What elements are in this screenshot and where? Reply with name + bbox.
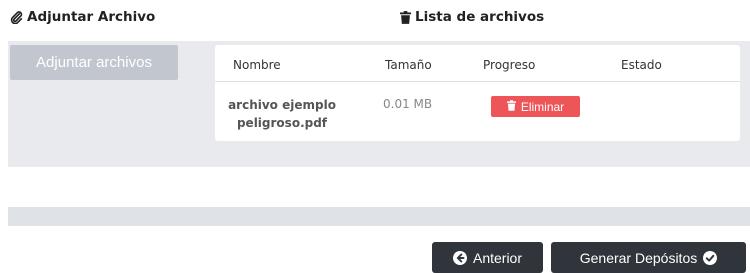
attach-file-heading: Adjuntar Archivo (10, 9, 155, 25)
bottom-separator-bar (8, 207, 750, 226)
paperclip-icon (10, 10, 23, 24)
generate-deposits-button[interactable]: Generar Depósitos (551, 242, 746, 273)
file-size: 0.01 MB (383, 97, 433, 111)
table-header-divider (215, 81, 740, 82)
previous-button-label: Anterior (472, 249, 523, 266)
file-list-title: Lista de archivos (415, 9, 545, 25)
trash-icon (506, 99, 516, 114)
generate-deposits-label: Generar Depósitos (579, 249, 698, 266)
check-circle-icon (703, 250, 718, 265)
delete-file-button[interactable]: Eliminar (491, 96, 580, 117)
previous-button[interactable]: Anterior (432, 242, 543, 273)
column-header-status: Estado (621, 58, 662, 72)
column-header-size: Tamaño (385, 58, 432, 72)
column-header-progress: Progreso (483, 58, 536, 72)
file-name: archivo ejemplo peligroso.pdf (228, 98, 336, 130)
file-table: Nombre Tamaño Progreso Estado archivo ej… (215, 45, 740, 141)
file-list-heading: Lista de archivos (400, 9, 544, 25)
arrow-left-circle-icon (452, 250, 467, 265)
attach-files-button[interactable]: Adjuntar archivos (10, 45, 178, 80)
column-header-name: Nombre (233, 58, 281, 72)
trash-icon (400, 10, 411, 24)
attach-file-title: Adjuntar Archivo (27, 9, 156, 25)
delete-button-label: Eliminar (520, 99, 565, 114)
